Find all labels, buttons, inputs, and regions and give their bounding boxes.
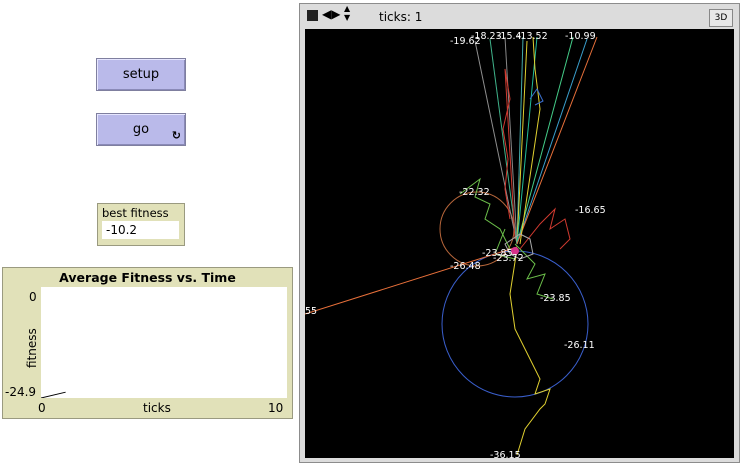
plot-y-min-label: -24.9 [5, 385, 37, 399]
arrows-vertical-icon[interactable]: ▲ ▼ [344, 4, 350, 22]
world-svg: -19.62 -18.23 -15.4 -13.52 -10.99 -22.32… [305, 31, 606, 458]
turtle-label: -26.11 [564, 340, 595, 351]
best-fitness-monitor: best fitness -10.2 [97, 203, 185, 246]
trail-lines [305, 36, 598, 456]
monitor-label: best fitness [102, 206, 169, 220]
3d-button-label: 3D [714, 13, 728, 23]
forever-icon: ↻ [171, 129, 181, 142]
plot-x-min-label: 0 [38, 401, 46, 415]
plot-area [40, 287, 287, 399]
ticks-label: ticks: 1 [379, 10, 423, 24]
setup-button[interactable]: setup [96, 58, 186, 91]
plot-y-max-label: 0 [29, 290, 37, 304]
view-toolbar: ◀▶ ▲ ▼ ticks: 1 3D [300, 4, 739, 30]
resize-icon[interactable] [307, 10, 318, 21]
turtle-label: -16.65 [575, 205, 606, 216]
turtle-label: -13.52 [517, 31, 548, 42]
turtle-label: 55 [305, 306, 317, 317]
go-button-label: go [132, 122, 150, 137]
setup-button-label: setup [122, 67, 160, 82]
plot-x-axis-label: ticks [143, 401, 171, 415]
turtle-label: -10.99 [565, 31, 596, 42]
fitness-plot: Average Fitness vs. Time 0 -24.9 0 10 ti… [2, 267, 293, 419]
go-button[interactable]: go ↻ [96, 113, 186, 146]
arrows-horizontal-icon[interactable]: ◀▶ [322, 7, 340, 21]
turtle-label: -26.48 [450, 261, 481, 272]
plot-title: Average Fitness vs. Time [59, 270, 236, 285]
turtle-label-group: -19.62 -18.23 -15.4 -13.52 -10.99 -22.32… [305, 31, 606, 458]
world-view: ◀▶ ▲ ▼ ticks: 1 3D -19.62 -18.23 -15.4 -… [299, 3, 740, 463]
trail-circle-blue [441, 250, 589, 398]
turtle-label: -23.72 [493, 253, 524, 264]
turtle-label: -23.85 [540, 293, 571, 304]
world-canvas[interactable]: -19.62 -18.23 -15.4 -13.52 -10.99 -22.32… [305, 29, 734, 458]
3d-button[interactable]: 3D [709, 9, 733, 27]
plot-series-line [40, 391, 66, 399]
turtle-label: -36.15 [490, 450, 521, 458]
plot-svg [40, 391, 66, 399]
turtle-label: -22.32 [459, 187, 490, 198]
monitor-value: -10.2 [102, 221, 179, 239]
plot-y-axis-label: fitness [25, 328, 39, 368]
plot-x-max-label: 10 [268, 401, 284, 415]
